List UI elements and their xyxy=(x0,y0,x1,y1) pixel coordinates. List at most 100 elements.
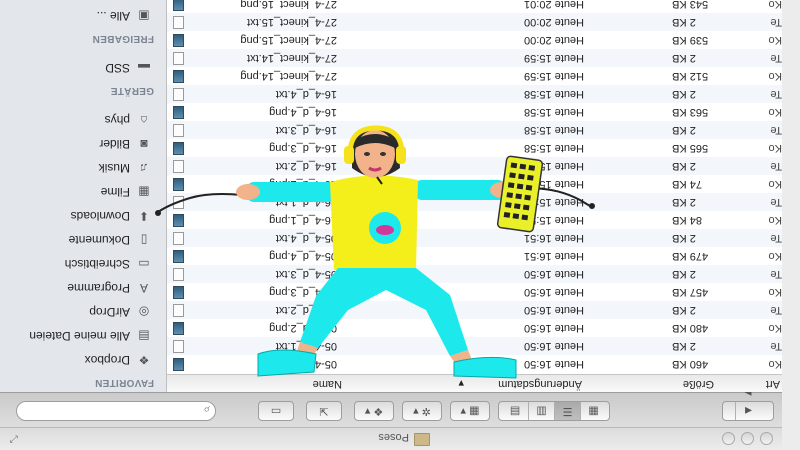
sidebar-item[interactable]: ♫Musik xyxy=(0,158,160,178)
back-button[interactable]: ◀ xyxy=(735,402,761,420)
search-field[interactable]: ⌕ xyxy=(16,401,216,421)
file-size: 565 KB xyxy=(672,142,709,154)
file-row[interactable]: 27-4_kinect_14.txt Heute 15:59 2 KB Te xyxy=(167,49,782,67)
network-icon: ▣ xyxy=(138,9,150,23)
sidebar-section-header: FAVORITEN xyxy=(94,377,154,388)
sidebar-item-label: Filme xyxy=(100,185,130,199)
sidebar-item[interactable]: ⌂phys xyxy=(0,110,160,130)
window-title: Poses xyxy=(378,431,430,446)
sidebar-item-label: SSD xyxy=(105,61,130,75)
file-size: 2 KB xyxy=(672,160,696,172)
file-kind: Ko xyxy=(768,178,782,190)
left-arm xyxy=(236,182,336,202)
sidebar-section-header: FREIGABEN xyxy=(92,33,154,44)
file-kind: Ko xyxy=(768,322,782,334)
sidebar-item[interactable]: ▯Dokumente xyxy=(0,230,160,250)
fullscreen-icon[interactable]: ⤢ xyxy=(10,433,18,444)
file-size: 2 KB xyxy=(672,196,696,208)
file-kind: Te xyxy=(770,52,782,64)
keyboard-icon xyxy=(496,155,544,233)
legs xyxy=(296,268,472,364)
file-kind: Ko xyxy=(768,0,782,10)
file-kind: Ko xyxy=(768,286,782,298)
file-size: 2 KB xyxy=(672,268,696,280)
search-icon: ⌕ xyxy=(203,403,210,417)
file-size: 2 KB xyxy=(672,124,696,136)
image-file-icon xyxy=(173,34,184,47)
sidebar-item[interactable]: ▤Alle meine Dateien xyxy=(0,326,160,346)
sidebar-section-header: GERÄTE xyxy=(110,85,154,96)
sidebar-item-label: Programme xyxy=(67,281,130,295)
file-kind: Ko xyxy=(768,34,782,46)
share-button[interactable]: ⇲ xyxy=(306,401,342,421)
zoom-window-button[interactable] xyxy=(722,432,735,445)
tags-button[interactable]: ▭ xyxy=(258,401,294,421)
file-kind: Te xyxy=(770,340,782,352)
dancing-avatar-overlay xyxy=(155,125,595,379)
file-date: Heute 15:59 xyxy=(524,52,584,64)
file-size: 2 KB xyxy=(672,88,696,100)
file-kind: Ko xyxy=(768,250,782,262)
sidebar-item[interactable]: ⬇Downloads xyxy=(0,206,160,226)
file-name: 27-4_kinect_14.png xyxy=(240,70,337,82)
title-bar: Poses ⤢ xyxy=(0,427,782,450)
action-gear-button[interactable]: ✲ ▾ xyxy=(402,401,442,421)
file-size: 539 KB xyxy=(672,34,709,46)
sidebar-item[interactable]: AProgramme xyxy=(0,278,160,298)
head xyxy=(352,129,400,185)
column-size[interactable]: Größe xyxy=(683,378,714,390)
sidebar-item-label: phys xyxy=(104,113,130,127)
sidebar-item-label: Alle meine Dateien xyxy=(29,329,130,343)
file-kind: Te xyxy=(770,160,782,172)
sidebar-item-label: Dropbox xyxy=(84,353,130,367)
text-file-icon xyxy=(173,52,184,65)
file-kind: Te xyxy=(770,88,782,100)
file-date: Heute 20:00 xyxy=(524,16,584,28)
file-name: 27-4_kinect_16.png xyxy=(240,0,337,10)
file-row[interactable]: 27-4_kinect_14.png Heute 15:59 512 KB Ko xyxy=(167,67,782,85)
file-row[interactable]: 16-4_d_4.txt Heute 15:58 2 KB Te xyxy=(167,85,782,103)
file-row[interactable]: 16-4_d_4.png Heute 15:58 563 KB Ko xyxy=(167,103,782,121)
text-file-icon xyxy=(173,16,184,29)
file-name: 27-4_kinect_15.png xyxy=(240,34,337,46)
nav-buttons: ◀▶ xyxy=(722,388,774,421)
file-date: Heute 20:00 xyxy=(524,34,584,46)
file-kind: Te xyxy=(770,16,782,28)
left-shoe-icon xyxy=(257,349,317,377)
sidebar-item[interactable]: ▬ SSD xyxy=(0,58,160,78)
sidebar-item[interactable]: ▭Schreibtisch xyxy=(0,254,160,274)
arrange-button[interactable]: ▦ ▾ xyxy=(450,401,490,421)
sidebar-item[interactable]: ◙Bilder xyxy=(0,134,160,154)
file-kind: Ko xyxy=(768,70,782,82)
file-size: 479 KB xyxy=(672,250,709,262)
file-kind: Te xyxy=(770,124,782,136)
image-file-icon xyxy=(173,0,184,11)
window-title-label: Poses xyxy=(378,431,409,443)
sidebar-item[interactable]: ❖Dropbox xyxy=(0,350,160,370)
file-size: 457 KB xyxy=(672,286,709,298)
sidebar-item[interactable]: ▦Filme xyxy=(0,182,160,202)
right-shoe-icon xyxy=(453,356,517,379)
column-kind[interactable]: Art xyxy=(766,378,780,390)
file-name: 16-4_d_4.png xyxy=(269,106,337,118)
list-view-button[interactable]: ☰ xyxy=(554,402,580,420)
sidebar-item-label: Dokumente xyxy=(68,233,130,247)
coverflow-view-button[interactable]: ▤ xyxy=(502,402,528,420)
file-name: 27-4_kinect_14.txt xyxy=(247,52,337,64)
close-window-button[interactable] xyxy=(760,432,773,445)
file-row[interactable]: 27-4_kinect_15.txt Heute 20:00 2 KB Te xyxy=(167,13,782,31)
sidebar-item[interactable]: ▣ Alle ... xyxy=(0,6,160,26)
view-mode-buttons: ▦☰▥▤ xyxy=(498,401,610,421)
file-row[interactable]: 27-4_kinect_16.png Heute 20:01 543 KB Ko xyxy=(167,0,782,13)
file-date: Heute 15:58 xyxy=(524,106,584,118)
minimize-window-button[interactable] xyxy=(741,432,754,445)
file-kind: Ko xyxy=(768,214,782,226)
file-name: 27-4_kinect_15.txt xyxy=(247,16,337,28)
dropbox-toolbar-button[interactable]: ❖ ▾ xyxy=(354,401,394,421)
file-name: 16-4_d_4.txt xyxy=(275,88,337,100)
image-file-icon xyxy=(173,70,184,83)
sidebar-item[interactable]: ◎AirDrop xyxy=(0,302,160,322)
file-row[interactable]: 27-4_kinect_15.png Heute 20:00 539 KB Ko xyxy=(167,31,782,49)
icon-view-button[interactable]: ▦ xyxy=(580,402,606,420)
column-view-button[interactable]: ▥ xyxy=(528,402,554,420)
